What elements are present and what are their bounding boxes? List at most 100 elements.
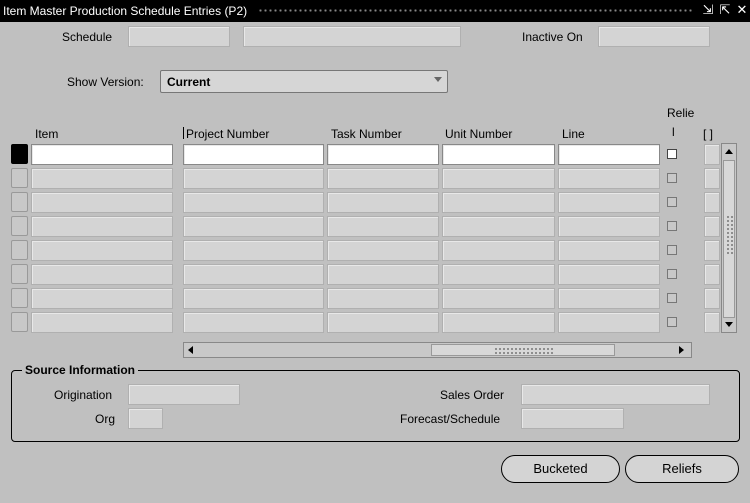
minimize-icon[interactable]: ⇲: [701, 3, 715, 17]
inactive-on-field[interactable]: [598, 26, 710, 47]
row-selector[interactable]: [11, 288, 28, 308]
bucketed-button[interactable]: Bucketed: [501, 455, 620, 483]
descriptive-flexfield-cell[interactable]: [704, 312, 720, 333]
cell-task-number[interactable]: [327, 216, 439, 237]
cell-line[interactable]: [558, 288, 660, 309]
header-divider: [183, 127, 184, 139]
scroll-down-icon[interactable]: [725, 322, 733, 327]
cell-unit-number[interactable]: [442, 168, 555, 189]
cell-line[interactable]: [558, 168, 660, 189]
scroll-left-icon[interactable]: [188, 346, 193, 354]
schedule-description-field[interactable]: [243, 26, 461, 47]
row-selector[interactable]: [11, 312, 28, 332]
relief-checkbox[interactable]: [667, 197, 677, 207]
show-version-select[interactable]: Current: [160, 70, 448, 93]
cell-unit-number[interactable]: [442, 144, 555, 165]
cell-project-number[interactable]: [183, 144, 324, 165]
cell-line[interactable]: [558, 144, 660, 165]
relief-checkbox[interactable]: [667, 317, 677, 327]
row-selector[interactable]: [11, 240, 28, 260]
cell-unit-number[interactable]: [442, 312, 555, 333]
origination-field[interactable]: [128, 384, 240, 405]
row-selector[interactable]: [11, 216, 28, 236]
descriptive-flexfield-cell[interactable]: [704, 192, 720, 213]
cell-unit-number[interactable]: [442, 192, 555, 213]
inactive-on-label: Inactive On: [522, 30, 583, 44]
thumb-grip: [726, 215, 734, 255]
scroll-up-icon[interactable]: [725, 149, 733, 154]
cell-item[interactable]: [31, 168, 173, 189]
sales-order-field[interactable]: [521, 384, 710, 405]
row-selector[interactable]: [11, 192, 28, 212]
cell-item[interactable]: [31, 288, 173, 309]
cell-item[interactable]: [31, 216, 173, 237]
relief-checkbox[interactable]: [667, 245, 677, 255]
vertical-scrollbar[interactable]: [721, 143, 737, 333]
cell-task-number[interactable]: [327, 288, 439, 309]
cell-unit-number[interactable]: [442, 240, 555, 261]
descriptive-flexfield-cell[interactable]: [704, 144, 720, 165]
cell-project-number[interactable]: [183, 264, 324, 285]
cell-project-number[interactable]: [183, 288, 324, 309]
cell-task-number[interactable]: [327, 240, 439, 261]
descriptive-flexfield-cell[interactable]: [704, 240, 720, 261]
column-header-unit-number: Unit Number: [445, 127, 513, 141]
reliefs-button[interactable]: Reliefs: [625, 455, 739, 483]
org-field[interactable]: [128, 408, 163, 429]
schedule-field[interactable]: [128, 26, 230, 47]
cell-item[interactable]: [31, 240, 173, 261]
cell-item[interactable]: [31, 144, 173, 165]
cell-project-number[interactable]: [183, 312, 324, 333]
row-selector[interactable]: [11, 168, 28, 188]
column-header-relief: Relie: [667, 106, 695, 120]
cell-project-number[interactable]: [183, 240, 324, 261]
cell-item[interactable]: [31, 192, 173, 213]
source-information-title: Source Information: [22, 363, 139, 377]
relief-checkbox[interactable]: [667, 293, 677, 303]
relief-checkbox[interactable]: [667, 221, 677, 231]
column-header-item: Item: [35, 127, 59, 141]
cell-line[interactable]: [558, 216, 660, 237]
cell-task-number[interactable]: [327, 144, 439, 165]
window-title: Item Master Production Schedule Entries …: [3, 4, 248, 18]
row-selector[interactable]: [11, 264, 28, 284]
cell-line[interactable]: [558, 192, 660, 213]
cell-task-number[interactable]: [327, 168, 439, 189]
descriptive-flexfield-cell[interactable]: [704, 288, 720, 309]
relief-checkbox[interactable]: [667, 269, 677, 279]
cell-line[interactable]: [558, 312, 660, 333]
cell-unit-number[interactable]: [442, 264, 555, 285]
column-header-line: Line: [562, 127, 585, 141]
cell-item[interactable]: [31, 312, 173, 333]
forecast-schedule-label: Forecast/Schedule: [400, 412, 501, 426]
cell-project-number[interactable]: [183, 192, 324, 213]
org-label: Org: [95, 412, 116, 426]
cell-task-number[interactable]: [327, 312, 439, 333]
cell-task-number[interactable]: [327, 264, 439, 285]
cell-item[interactable]: [31, 264, 173, 285]
row-selector[interactable]: [11, 144, 28, 164]
descriptive-flexfield-cell[interactable]: [704, 216, 720, 237]
thumb-grip: [494, 347, 554, 355]
horizontal-scroll-thumb[interactable]: [431, 344, 615, 356]
cell-unit-number[interactable]: [442, 216, 555, 237]
cell-line[interactable]: [558, 240, 660, 261]
descriptive-flexfield-cell[interactable]: [704, 168, 720, 189]
column-header-relief-continued: l: [672, 125, 675, 139]
cell-unit-number[interactable]: [442, 288, 555, 309]
close-icon[interactable]: ✕: [735, 3, 749, 17]
relief-checkbox[interactable]: [667, 149, 677, 159]
title-bar: Item Master Production Schedule Entries …: [0, 0, 750, 22]
horizontal-scrollbar[interactable]: [183, 342, 692, 358]
forecast-schedule-field[interactable]: [521, 408, 624, 429]
cell-project-number[interactable]: [183, 168, 324, 189]
relief-checkbox[interactable]: [667, 173, 677, 183]
title-bar-grip[interactable]: [258, 8, 694, 14]
scroll-right-icon[interactable]: [679, 346, 684, 354]
descriptive-flexfield-cell[interactable]: [704, 264, 720, 285]
cell-project-number[interactable]: [183, 216, 324, 237]
cell-line[interactable]: [558, 264, 660, 285]
vertical-scroll-thumb[interactable]: [723, 160, 735, 318]
cell-task-number[interactable]: [327, 192, 439, 213]
restore-icon[interactable]: ⇱: [718, 3, 732, 17]
